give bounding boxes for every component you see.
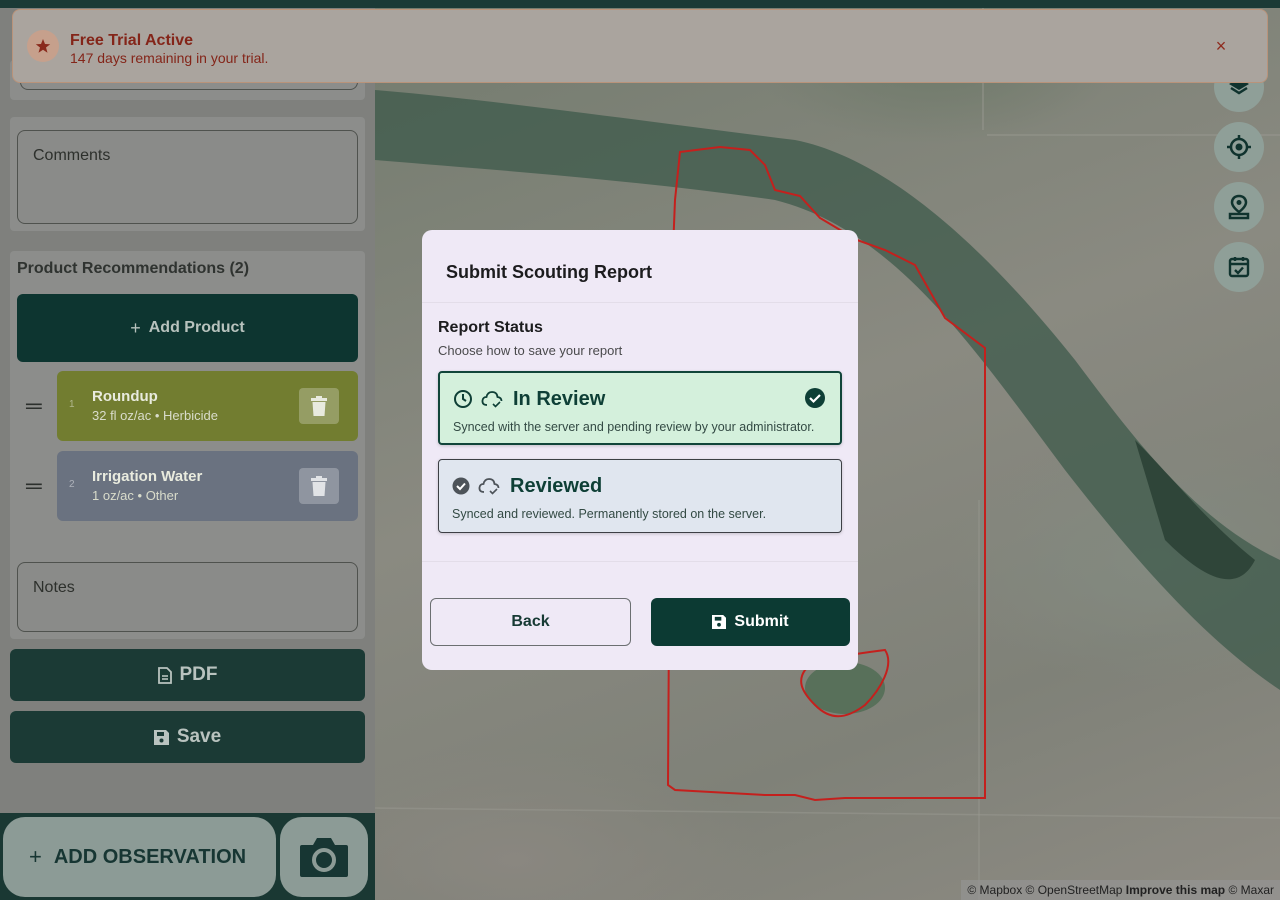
star-icon (27, 30, 59, 62)
top-app-bar (0, 0, 1280, 8)
plus-icon: + (29, 844, 42, 869)
comments-field[interactable]: Comments (17, 130, 358, 224)
attribution-suffix: © Maxar (1228, 883, 1274, 897)
option-description: Synced and reviewed. Permanently stored … (452, 507, 767, 521)
crosshair-icon (1227, 135, 1251, 159)
pdf-label: PDF (179, 664, 218, 685)
trial-subtitle: 147 days remaining in your trial. (70, 50, 269, 66)
bottom-action-bar: + ADD OBSERVATION (0, 813, 375, 900)
product-recommendations-card: Product Recommendations (2) + Add Produc… (10, 251, 365, 639)
add-observation-label: ADD OBSERVATION (53, 845, 247, 868)
cloud-sync-icon (481, 391, 503, 408)
trash-icon (311, 476, 327, 496)
check-circle-icon (805, 388, 825, 408)
notes-field[interactable]: Notes (17, 562, 358, 632)
pdf-button[interactable]: PDF (10, 649, 365, 701)
notes-placeholder: Notes (33, 579, 75, 596)
option-title: Reviewed (510, 474, 603, 497)
product-recommendations-title: Product Recommendations (2) (17, 260, 250, 277)
comments-card: Comments (10, 117, 365, 231)
check-circle-icon (452, 477, 470, 495)
comments-placeholder: Comments (33, 147, 111, 164)
submit-label: Submit (734, 613, 789, 630)
option-title: In Review (513, 387, 606, 410)
document-icon (157, 666, 172, 684)
floppy-disk-icon (153, 729, 169, 745)
calendar-check-button[interactable] (1214, 242, 1264, 292)
attribution-text: © Mapbox © OpenStreetMap (967, 883, 1123, 897)
status-option-reviewed[interactable]: Reviewed Synced and reviewed. Permanentl… (438, 459, 842, 533)
product-item-roundup[interactable]: 1 Roundup 32 fl oz/ac • Herbicide (57, 371, 358, 441)
status-option-in-review[interactable]: In Review Synced with the server and pen… (438, 371, 842, 445)
delete-product-button[interactable] (299, 388, 339, 424)
drag-handle-icon[interactable]: ═ (26, 475, 44, 497)
camera-button[interactable] (280, 817, 368, 897)
report-sidebar: Comments Product Recommendations (2) + A… (0, 0, 375, 900)
add-product-label: Add Product (148, 319, 245, 336)
dialog-title: Submit Scouting Report (446, 262, 652, 282)
trial-title: Free Trial Active (70, 32, 194, 49)
add-observation-button[interactable]: + ADD OBSERVATION (3, 817, 276, 897)
add-product-button[interactable]: + Add Product (17, 294, 358, 362)
map-attribution: © Mapbox © OpenStreetMap Improve this ma… (961, 880, 1280, 900)
camera-icon (300, 838, 348, 877)
calendar-check-icon (1228, 257, 1250, 278)
drag-handle-icon[interactable]: ═ (26, 395, 44, 417)
trash-icon (311, 396, 327, 416)
clock-icon (454, 390, 472, 408)
improve-map-link[interactable]: Improve this map (1126, 883, 1225, 897)
back-button[interactable]: Back (430, 598, 631, 646)
product-item-irrigation-water[interactable]: 2 Irrigation Water 1 oz/ac • Other (57, 451, 358, 521)
delete-product-button[interactable] (299, 468, 339, 504)
map-pin-icon (1228, 194, 1250, 220)
submit-report-dialog: Submit Scouting Report Report Status Cho… (422, 230, 858, 670)
my-location-button[interactable] (1214, 122, 1264, 172)
save-label: Save (176, 726, 222, 747)
divider (422, 561, 858, 562)
product-index: 2 (69, 479, 75, 490)
option-description: Synced with the server and pending revie… (453, 420, 815, 434)
report-status-label: Report Status (438, 319, 543, 336)
cloud-sync-icon (478, 478, 500, 495)
drop-pin-button[interactable] (1214, 182, 1264, 232)
plus-icon: + (130, 317, 141, 338)
back-label: Back (511, 613, 550, 630)
submit-button[interactable]: Submit (651, 598, 850, 646)
close-icon[interactable]: × (1212, 37, 1230, 55)
trial-banner: Free Trial Active 147 days remaining in … (12, 9, 1268, 83)
floppy-disk-icon (712, 615, 727, 629)
save-button[interactable]: Save (10, 711, 365, 763)
product-index: 1 (69, 399, 75, 410)
divider (422, 302, 858, 303)
report-status-hint: Choose how to save your report (438, 343, 623, 358)
